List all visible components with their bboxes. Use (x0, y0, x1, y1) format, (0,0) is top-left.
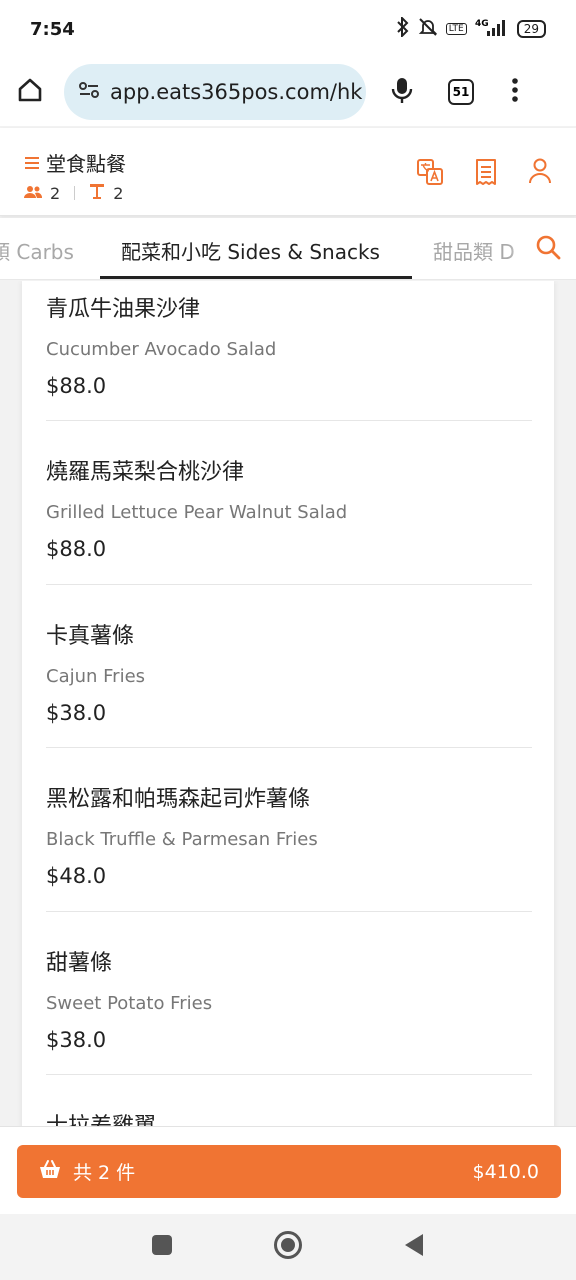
tab-switcher-button[interactable]: 51 (448, 79, 474, 105)
menu-item[interactable]: 卡真薯條 Cajun Fries $38.0 (46, 618, 532, 748)
item-name-en: Cajun Fries (46, 666, 146, 687)
menu-item[interactable]: 甜薯條 Sweet Potato Fries $38.0 (46, 945, 532, 1075)
item-name-zh: 甜薯條 (46, 951, 113, 976)
hamburger-icon[interactable] (24, 151, 40, 175)
menu-item[interactable]: 黑松露和帕瑪森起司炸薯條 Black Truffle & Parmesan Fr… (46, 781, 532, 912)
browser-toolbar: app.eats365pos.com/hk 51 (0, 58, 576, 126)
item-name-zh: 燒羅馬菜梨合桃沙律 (46, 460, 245, 485)
more-menu-icon[interactable] (512, 78, 518, 106)
tab-desserts[interactable]: 甜品類 D (433, 236, 515, 265)
status-bar: 7:54 LTE 4G 29 (0, 0, 576, 58)
home-button-icon[interactable] (273, 1230, 303, 1264)
table-icon (89, 183, 105, 203)
item-price: $38.0 (46, 1028, 107, 1052)
menu-card: 青瓜牛油果沙律 Cucumber Avocado Salad $88.0 燒羅馬… (22, 281, 554, 1126)
home-icon[interactable] (16, 76, 44, 108)
guest-count: 2 (50, 183, 61, 203)
item-price: $48.0 (46, 864, 107, 888)
address-bar[interactable]: app.eats365pos.com/hk (64, 64, 366, 120)
menu-list: 青瓜牛油果沙律 Cucumber Avocado Salad $88.0 燒羅馬… (0, 281, 576, 1126)
app-header: 堂食點餐 2 2 (0, 128, 576, 216)
category-tabs: 類 Carbs 配菜和小吃 Sides & Snacks 甜品類 D (0, 218, 576, 280)
item-name-en: Cucumber Avocado Salad (46, 339, 277, 360)
item-name-en: Grilled Lettuce Pear Walnut Salad (46, 502, 348, 523)
item-name-zh: 黑松露和帕瑪森起司炸薯條 (46, 787, 311, 812)
page-title: 堂食點餐 (46, 152, 126, 176)
language-icon[interactable] (416, 158, 444, 190)
cart-item-count: 共 2 件 (73, 1162, 136, 1184)
menu-item[interactable]: 士拉差雞翼 (46, 1108, 532, 1126)
meta-divider (74, 186, 76, 200)
item-price: $88.0 (46, 374, 107, 398)
site-settings-icon[interactable] (78, 79, 100, 105)
mute-bell-icon (418, 17, 438, 41)
guests-icon (24, 184, 43, 203)
cart-bar: 共 2 件 $410.0 (0, 1126, 576, 1214)
battery-icon: 29 (516, 20, 546, 38)
system-nav-bar (0, 1214, 576, 1280)
tab-sides-snacks[interactable]: 配菜和小吃 Sides & Snacks (121, 236, 380, 265)
url-text[interactable]: app.eats365pos.com/hk (110, 80, 362, 104)
item-price: $38.0 (46, 701, 107, 725)
basket-icon (39, 1159, 61, 1184)
cart-total: $410.0 (472, 1160, 539, 1183)
table-number: 2 (113, 183, 124, 203)
recents-icon[interactable] (151, 1234, 173, 1260)
network-type: 4G (475, 19, 489, 29)
item-name-zh: 卡真薯條 (46, 624, 135, 649)
status-time: 7:54 (30, 18, 75, 40)
search-button[interactable] (520, 218, 576, 279)
status-icons: LTE 4G 29 (396, 15, 546, 41)
view-cart-button[interactable]: 共 2 件 $410.0 (17, 1145, 561, 1198)
menu-item[interactable]: 青瓜牛油果沙律 Cucumber Avocado Salad $88.0 (46, 291, 532, 421)
back-icon[interactable] (403, 1233, 425, 1261)
search-icon[interactable] (535, 234, 561, 264)
item-name-zh: 士拉差雞翼 (46, 1108, 532, 1126)
tab-carbs[interactable]: 類 Carbs (0, 236, 74, 265)
volte-icon: LTE (445, 23, 467, 35)
item-name-zh: 青瓜牛油果沙律 (46, 297, 201, 322)
active-tab-indicator (100, 276, 412, 279)
bluetooth-icon (396, 15, 410, 41)
item-name-en: Black Truffle & Parmesan Fries (46, 829, 318, 850)
header-actions (416, 158, 552, 190)
signal-icon: 4G (475, 17, 509, 41)
microphone-icon[interactable] (390, 76, 414, 108)
item-price: $88.0 (46, 537, 107, 561)
menu-item[interactable]: 燒羅馬菜梨合桃沙律 Grilled Lettuce Pear Walnut Sa… (46, 454, 532, 585)
user-icon[interactable] (528, 158, 552, 190)
receipt-icon[interactable] (474, 158, 498, 190)
item-name-en: Sweet Potato Fries (46, 993, 213, 1014)
